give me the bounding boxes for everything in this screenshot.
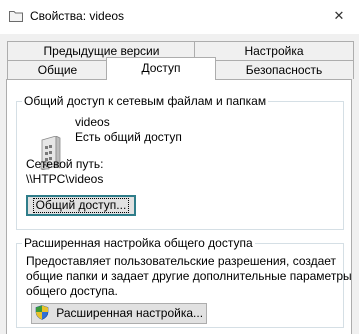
network-path-label: Сетевой путь: xyxy=(26,157,104,171)
network-sharing-legend: Общий доступ к сетевым файлам и папкам xyxy=(22,94,269,108)
folder-name: videos xyxy=(75,115,110,129)
tab-security[interactable]: Безопасность xyxy=(214,60,354,79)
advanced-sharing-legend: Расширенная настройка общего доступа xyxy=(22,236,255,250)
share-button[interactable]: Общий доступ... xyxy=(26,195,136,216)
tab-customize[interactable]: Настройка xyxy=(194,41,354,60)
share-button-label: Общий доступ... xyxy=(32,198,130,213)
tab-label: Предыдущие версии xyxy=(43,44,160,58)
title-bar: Свойства: videos ✕ xyxy=(0,0,359,34)
close-icon: ✕ xyxy=(333,8,345,23)
close-button[interactable]: ✕ xyxy=(319,0,359,34)
uac-shield-icon xyxy=(35,305,49,320)
advanced-sharing-button-label: Расширенная настройка... xyxy=(56,306,204,320)
tab-label: Настройка xyxy=(244,44,304,58)
share-status: Есть общий доступ xyxy=(75,130,182,144)
tab-label: Общие xyxy=(37,63,78,77)
network-sharing-group: Общий доступ к сетевым файлам и папкам v… xyxy=(16,94,344,230)
tab-general[interactable]: Общие xyxy=(7,60,108,79)
tab-sharing[interactable]: Доступ xyxy=(106,57,216,80)
advanced-description-line: общие папки и задает другие дополнительн… xyxy=(26,269,352,283)
advanced-description-line: общего доступа. xyxy=(26,284,118,298)
advanced-sharing-button[interactable]: Расширенная настройка... xyxy=(31,303,207,324)
tab-panel-sharing: Общий доступ к сетевым файлам и папкам v… xyxy=(6,79,352,334)
tab-label: Доступ xyxy=(141,61,181,75)
advanced-description-line: Предоставляет пользовательские разрешени… xyxy=(26,254,337,268)
advanced-sharing-group: Расширенная настройка общего доступа Пре… xyxy=(16,236,352,328)
network-path-value: \\HTPC\videos xyxy=(26,172,104,186)
tab-label: Безопасность xyxy=(245,63,323,77)
folder-icon xyxy=(9,11,23,22)
window-title: Свойства: videos xyxy=(30,9,125,23)
